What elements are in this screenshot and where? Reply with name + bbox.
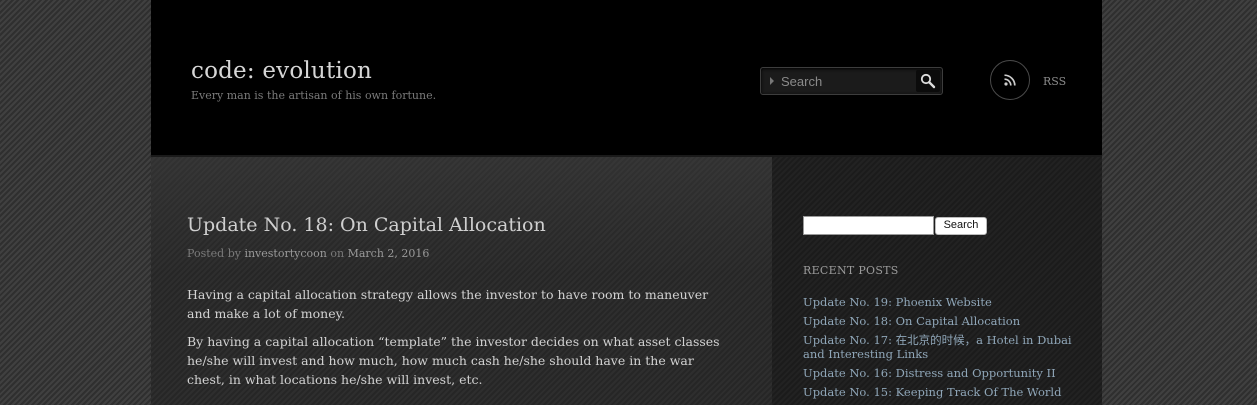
rss-icon [1004,74,1016,86]
sidebar: Search RECENT POSTS Update No. 19: Phoen… [772,157,1102,405]
sidebar-search-button[interactable]: Search [935,217,987,235]
main-content: Update No. 18: On Capital Allocation Pos… [151,157,772,405]
caret-right-icon [770,77,774,85]
header-search-box [760,67,943,95]
page: code: evolution Every man is the artisan… [151,0,1102,405]
recent-post-link[interactable]: Update No. 19: Phoenix Website [803,295,1083,309]
header-search-input[interactable] [781,71,911,91]
post-paragraph: By having a capital allocation “template… [187,334,720,387]
site-header: code: evolution Every man is the artisan… [151,0,1102,157]
post-title[interactable]: Update No. 18: On Capital Allocation [187,214,546,236]
sidebar-search-input[interactable] [803,216,934,235]
recent-posts-list: Update No. 19: Phoenix Website Update No… [803,295,1083,404]
search-icon [920,73,936,89]
recent-post-link[interactable]: Update No. 17: 在北京的时候，a Hotel in Dubai a… [803,333,1083,361]
recent-post-link[interactable]: Update No. 16: Distress and Opportunity … [803,366,1083,380]
recent-post-link[interactable]: Update No. 15: Keeping Track Of The Worl… [803,385,1083,399]
rss-button[interactable] [990,60,1030,100]
post-body: Having a capital allocation strategy all… [187,285,735,398]
post-meta-prefix: Posted by [187,247,241,260]
post-paragraph: Having a capital allocation strategy all… [187,287,709,321]
post-meta: Posted by investortycoon on March 2, 201… [187,247,429,260]
site-tagline: Every man is the artisan of his own fort… [191,89,437,102]
post-meta-on: on [330,247,345,260]
header-search-button[interactable] [916,70,940,92]
rss-link[interactable]: RSS [1043,75,1066,88]
post-author-link[interactable]: investortycoon [244,247,326,260]
recent-post-link[interactable]: Update No. 18: On Capital Allocation [803,314,1083,328]
site-title[interactable]: code: evolution [191,58,372,84]
post-date-link[interactable]: March 2, 2016 [348,247,430,260]
recent-posts-heading: RECENT POSTS [803,264,899,277]
